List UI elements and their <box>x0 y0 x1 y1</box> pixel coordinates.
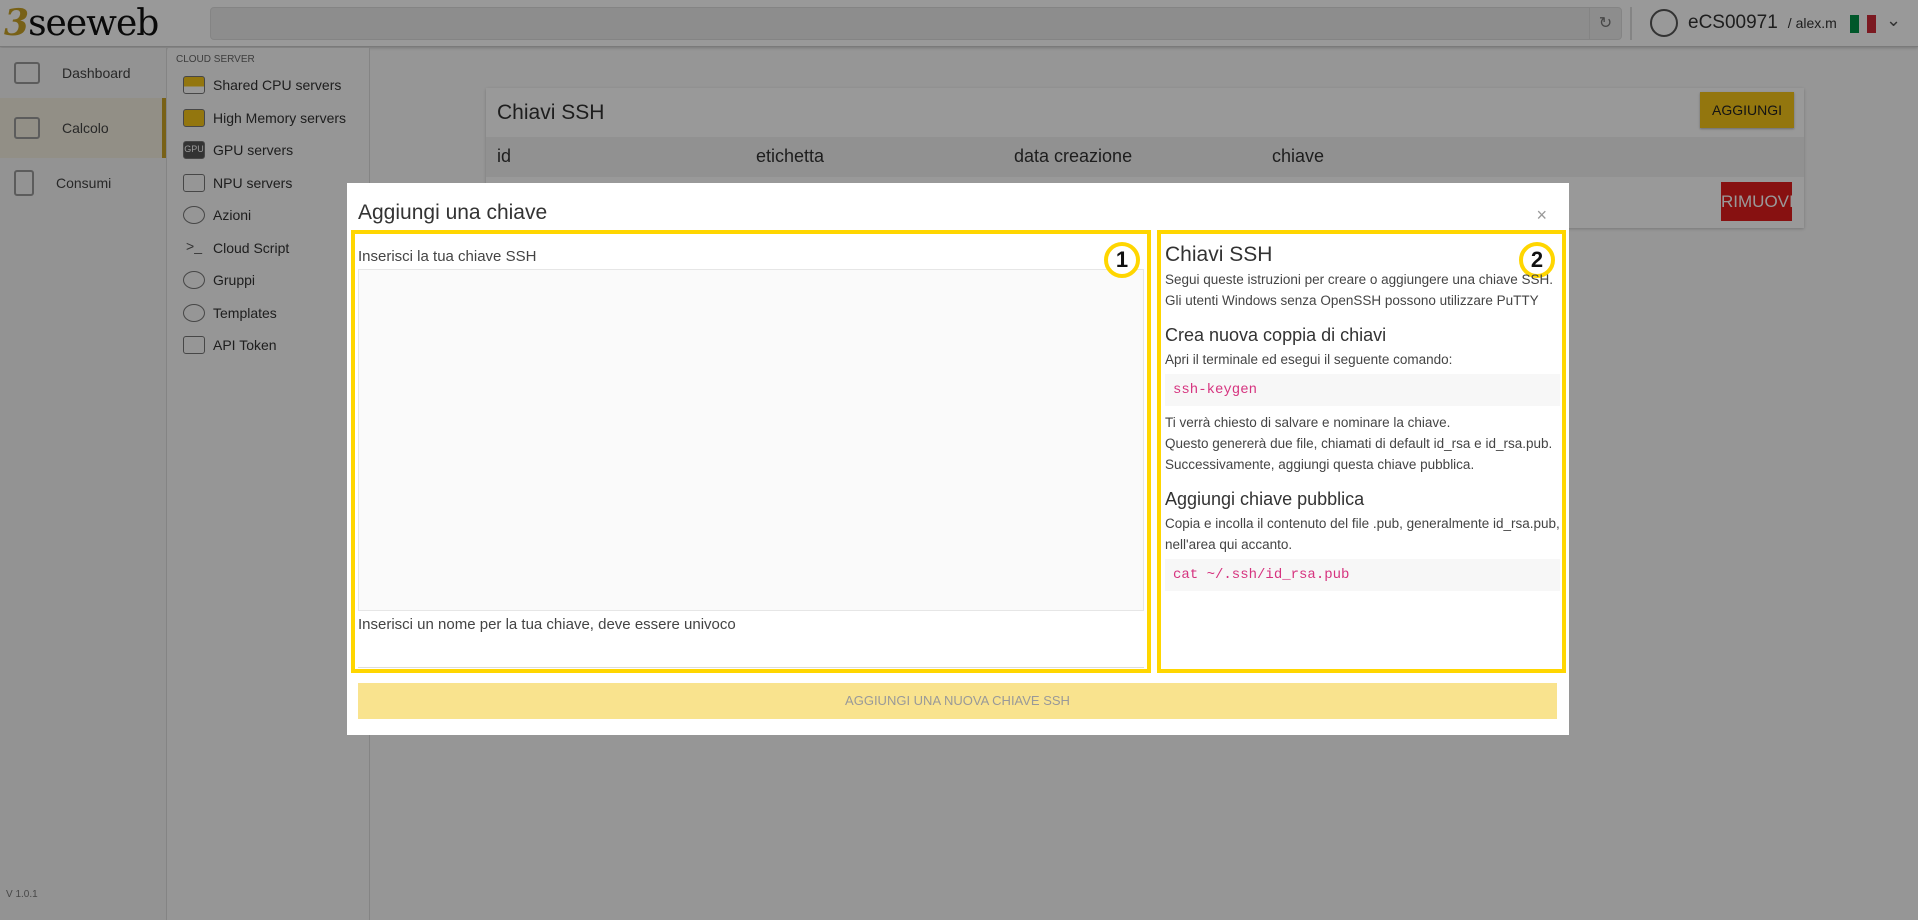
add-ssh-key-button[interactable]: AGGIUNGI UNA NUOVA CHIAVE SSH <box>358 683 1557 719</box>
help-text: Questo genererà due file, chiamati di de… <box>1165 436 1553 472</box>
help-heading-create: Crea nuova coppia di chiavi <box>1165 325 1387 345</box>
help-text: Apri il terminale ed esegui il seguente … <box>1165 352 1453 367</box>
help-panel: Chiavi SSH Segui queste istruzioni per c… <box>1165 243 1560 597</box>
code-block: cat ~/.ssh/id_rsa.pub <box>1165 559 1560 591</box>
modal-title: Aggiungi una chiave <box>358 201 548 224</box>
help-text: Ti verrà chiesto di salvare e nominare l… <box>1165 415 1451 430</box>
close-icon[interactable]: × <box>1536 205 1547 226</box>
key-name-input[interactable] <box>358 638 1144 668</box>
help-intro: Segui queste istruzioni per creare o agg… <box>1165 272 1553 308</box>
code-block: ssh-keygen <box>1165 374 1560 406</box>
annotation-number-1: 1 <box>1104 242 1140 278</box>
ssh-key-textarea[interactable] <box>358 269 1144 611</box>
name-label: Inserisci un nome per la tua chiave, dev… <box>358 616 736 633</box>
key-label: Inserisci la tua chiave SSH <box>358 248 537 265</box>
help-heading-add: Aggiungi chiave pubblica <box>1165 489 1365 509</box>
help-text: Copia e incolla il contenuto del file .p… <box>1165 516 1560 552</box>
help-title: Chiavi SSH <box>1165 243 1273 266</box>
